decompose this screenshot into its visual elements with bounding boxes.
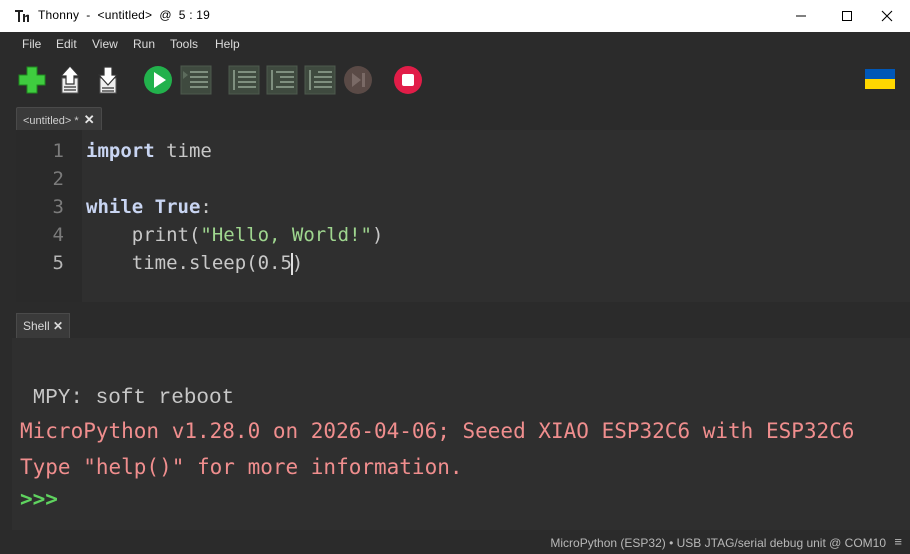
line-number: 2 [52, 168, 64, 190]
shell-output-line: MPY: soft reboot [20, 387, 235, 410]
shell-console[interactable]: MPY: soft reboot MicroPython v1.28.0 on … [12, 338, 910, 530]
shell-tab-label: Shell [22, 319, 50, 333]
minimize-button[interactable] [778, 0, 824, 32]
editor-tab-label: <untitled> * [23, 115, 79, 127]
toolbar [0, 56, 910, 106]
minimize-icon [796, 15, 806, 17]
debug-icon [180, 65, 212, 95]
run-icon [144, 66, 172, 94]
editor-tab[interactable]: <untitled> * ✕ [16, 107, 102, 131]
stop-icon [394, 66, 422, 94]
menu-file[interactable]: File [22, 37, 41, 51]
ukraine-flag-icon [865, 69, 895, 89]
shell-error-line: Type "help()" for more information. [20, 455, 463, 479]
open-file-icon [59, 65, 81, 94]
code-text: time.sleep(0.5 [86, 252, 292, 274]
debug-button[interactable] [180, 64, 212, 96]
maximize-icon [842, 11, 852, 21]
code-text: ) [291, 252, 304, 274]
run-button[interactable] [142, 64, 174, 96]
thonny-icon [15, 10, 29, 22]
line-number-current: 5 [52, 252, 64, 274]
code-text: print( [86, 224, 201, 246]
step-over-icon [228, 65, 260, 95]
menu-tools[interactable]: Tools [170, 37, 198, 51]
keyword: import [86, 140, 155, 162]
code-line: import time [86, 137, 212, 165]
shell-tab[interactable]: Shell ✕ [16, 313, 70, 339]
line-number: 1 [52, 140, 64, 162]
close-shell-icon[interactable]: ✕ [53, 319, 63, 333]
code-text: ) [371, 224, 384, 246]
code-text: : [200, 196, 212, 218]
close-button[interactable] [864, 0, 910, 32]
step-into-icon [266, 65, 298, 95]
save-file-icon [97, 66, 119, 94]
code-line: while True: [86, 193, 212, 221]
keyword: True [154, 196, 201, 218]
code-editor[interactable]: 1 2 3 4 5 import time while True: print(… [16, 130, 910, 302]
menu-run[interactable]: Run [133, 37, 155, 51]
title-bar: Thonny - <untitled> @ 5 : 19 [0, 0, 910, 32]
step-out-button[interactable] [304, 64, 336, 96]
close-tab-icon[interactable]: ✕ [84, 112, 95, 127]
shell-tab-strip: Shell ✕ [0, 312, 910, 339]
new-file-icon [18, 66, 46, 94]
string-literal: "Hello, World!" [200, 224, 372, 246]
menu-view[interactable]: View [92, 37, 118, 51]
new-file-button[interactable] [16, 64, 48, 96]
shell-error-line: MicroPython v1.28.0 on 2026-04-06; Seeed… [20, 419, 855, 443]
pane-splitter[interactable] [0, 302, 910, 312]
shell-prompt: >>> [20, 487, 58, 511]
menu-edit[interactable]: Edit [56, 37, 77, 51]
close-icon [881, 10, 893, 22]
menu-bar: File Edit View Run Tools Help [0, 32, 910, 56]
open-file-button[interactable] [54, 64, 86, 96]
hamburger-menu-icon[interactable]: ≡ [894, 534, 902, 549]
step-over-button[interactable] [228, 64, 260, 96]
window-title: Thonny - <untitled> @ 5 : 19 [38, 8, 211, 22]
line-number: 3 [52, 196, 64, 218]
resume-icon [344, 66, 372, 94]
code-line-current: time.sleep(0.5) [86, 249, 303, 277]
line-number-gutter: 1 2 3 4 5 [16, 130, 82, 302]
keyword: while [86, 196, 144, 218]
line-number: 4 [52, 224, 64, 246]
step-out-icon [304, 65, 336, 95]
code-text: time [154, 140, 212, 162]
stop-button[interactable] [392, 64, 424, 96]
editor-tab-strip: <untitled> * ✕ [0, 106, 910, 131]
save-file-button[interactable] [92, 64, 124, 96]
menu-help[interactable]: Help [215, 37, 240, 51]
resume-button[interactable] [342, 64, 374, 96]
interpreter-status[interactable]: MicroPython (ESP32) • USB JTAG/serial de… [550, 536, 886, 550]
code-line: print("Hello, World!") [86, 221, 384, 249]
step-into-button[interactable] [266, 64, 298, 96]
status-bar: MicroPython (ESP32) • USB JTAG/serial de… [0, 530, 910, 554]
